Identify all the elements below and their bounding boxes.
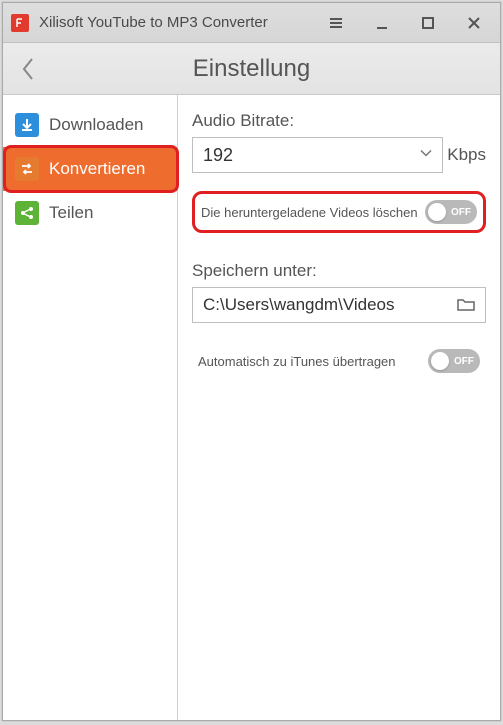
save-path-field (192, 287, 486, 323)
menu-icon[interactable] (326, 13, 346, 33)
window-controls (326, 13, 492, 33)
bitrate-unit: Kbps (447, 145, 486, 165)
back-button[interactable] (3, 43, 53, 94)
app-window: Xilisoft YouTube to MP3 Converter Einste… (2, 2, 501, 721)
bitrate-value: 192 (203, 145, 233, 166)
delete-videos-label: Die heruntergeladene Videos löschen (201, 205, 418, 220)
sidebar-item-share[interactable]: Teilen (3, 191, 177, 235)
bitrate-label: Audio Bitrate: (192, 111, 486, 131)
page-header: Einstellung (3, 43, 500, 95)
delete-videos-row: Die heruntergeladene Videos löschen OFF (192, 191, 486, 233)
page-title: Einstellung (3, 55, 500, 83)
body: Downloaden Konvertieren Teilen Audio Bit… (3, 95, 500, 720)
itunes-row: Automatisch zu iTunes übertragen OFF (192, 341, 486, 381)
sidebar-item-label: Teilen (49, 203, 93, 223)
sidebar-item-label: Konvertieren (49, 159, 145, 179)
sidebar-item-label: Downloaden (49, 115, 144, 135)
share-icon (15, 201, 39, 225)
itunes-toggle[interactable]: OFF (428, 349, 480, 373)
app-icon (11, 14, 29, 32)
toggle-state: OFF (454, 356, 474, 367)
maximize-icon[interactable] (418, 13, 438, 33)
minimize-icon[interactable] (372, 13, 392, 33)
download-icon (15, 113, 39, 137)
sidebar-item-convert[interactable]: Konvertieren (3, 147, 177, 191)
toggle-state: OFF (451, 207, 471, 218)
sidebar: Downloaden Konvertieren Teilen (3, 95, 178, 720)
sidebar-item-download[interactable]: Downloaden (3, 103, 177, 147)
bitrate-row: 192 Kbps (192, 137, 486, 173)
close-icon[interactable] (464, 13, 484, 33)
convert-icon (15, 157, 39, 181)
chevron-down-icon (418, 145, 434, 166)
toggle-knob (428, 203, 446, 221)
content-panel: Audio Bitrate: 192 Kbps Die heruntergela… (178, 95, 500, 720)
itunes-label: Automatisch zu iTunes übertragen (198, 354, 396, 369)
app-title: Xilisoft YouTube to MP3 Converter (39, 14, 326, 31)
bitrate-select[interactable]: 192 (192, 137, 443, 173)
save-section: Speichern unter: (192, 261, 486, 323)
save-to-label: Speichern unter: (192, 261, 486, 281)
save-path-input[interactable] (203, 295, 455, 315)
toggle-knob (431, 352, 449, 370)
browse-folder-icon[interactable] (455, 294, 477, 316)
titlebar: Xilisoft YouTube to MP3 Converter (3, 3, 500, 43)
delete-videos-toggle[interactable]: OFF (425, 200, 477, 224)
